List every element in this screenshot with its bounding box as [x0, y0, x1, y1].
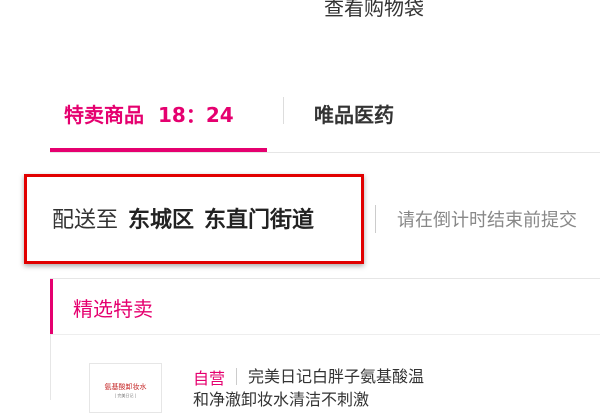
section-accent-bar — [50, 279, 53, 334]
product-image-label: 氨基酸卸妆水 — [104, 383, 147, 391]
product-title-line1: 完美日记白胖子氨基酸温 — [248, 367, 425, 386]
view-cart-link[interactable]: 查看购物袋 — [324, 0, 424, 21]
tab-flash-sale[interactable]: 特卖商品 18：24 — [64, 99, 234, 128]
delivery-divider — [375, 205, 376, 233]
badge-divider — [236, 368, 237, 385]
section-title: 精选特卖 — [73, 297, 153, 321]
checkout-countdown-notice: 请在倒计时结束前提交 — [397, 210, 577, 231]
tab-flash-sale-label: 特卖商品 — [64, 103, 144, 127]
self-operated-badge: 自营 — [193, 369, 226, 388]
product-image[interactable]: 氨基酸卸妆水 | 完美日记 | — [89, 363, 162, 413]
panel-top-border — [50, 278, 600, 279]
tab-divider — [283, 97, 284, 124]
product-image-brand: | 完美日记 | — [114, 393, 137, 398]
product-title[interactable]: 完美日记白胖子氨基酸温 和净澈卸妆水清洁不刺激 — [193, 365, 488, 411]
countdown-timer: 18：24 — [158, 103, 234, 127]
tabs-baseline — [50, 152, 600, 153]
section-divider — [51, 334, 600, 335]
tab-pharmacy[interactable]: 唯品医药 — [314, 99, 394, 128]
highlight-box — [24, 174, 364, 264]
